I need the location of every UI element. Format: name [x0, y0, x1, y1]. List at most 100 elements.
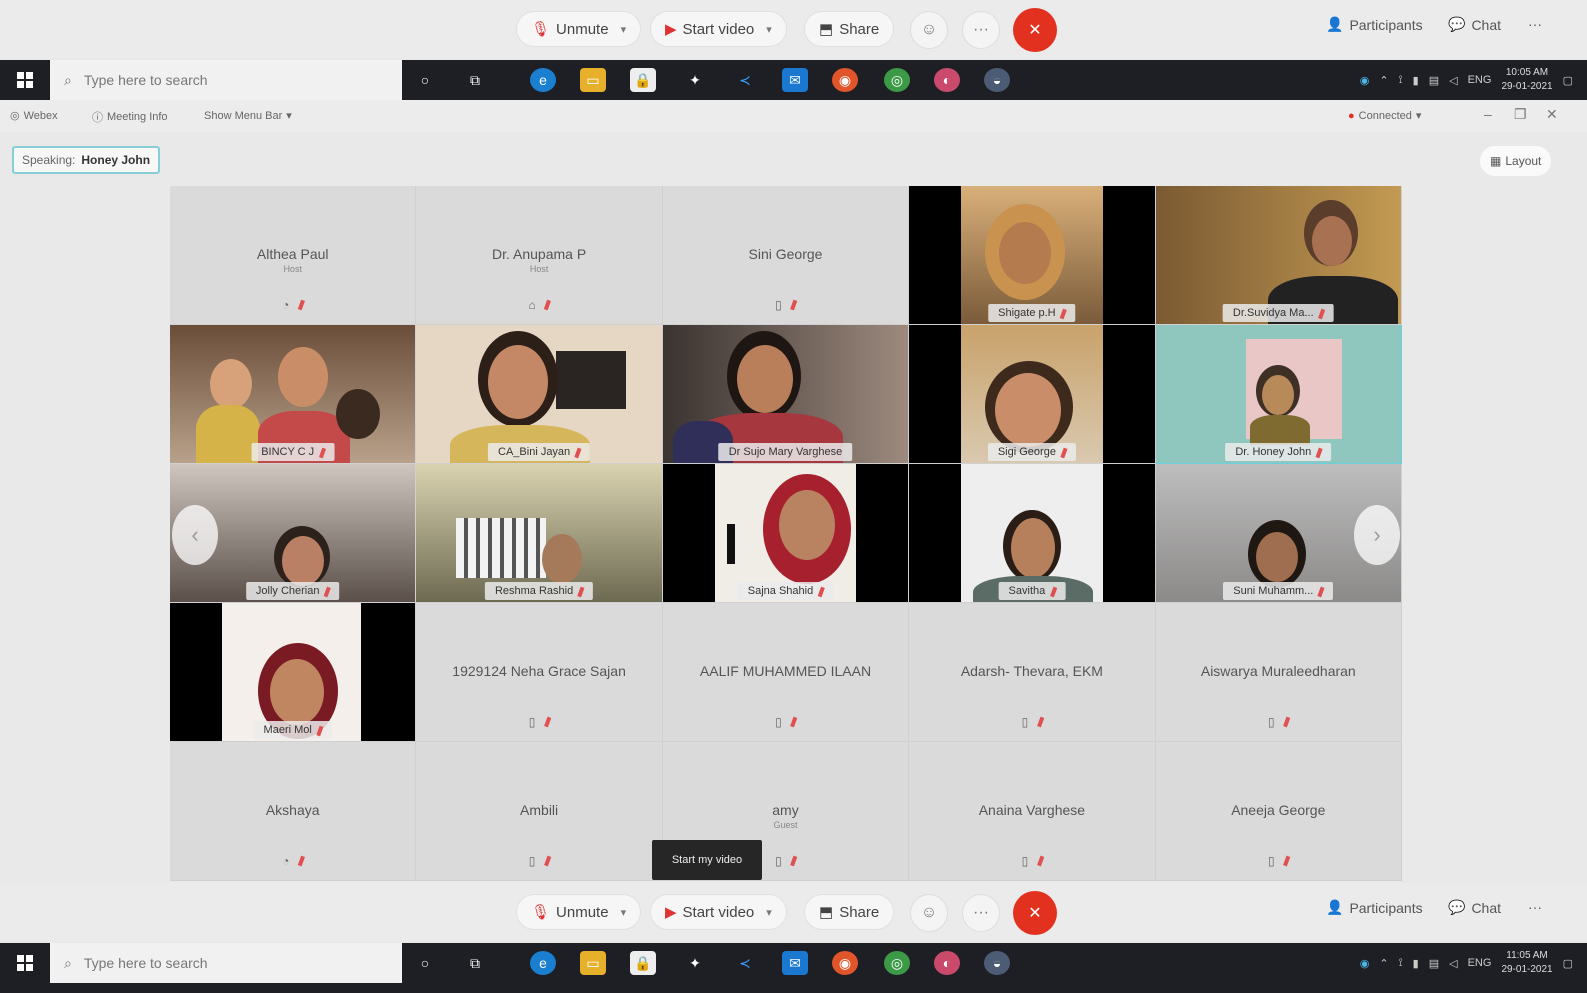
- task-view-icon[interactable]: ⧉: [462, 951, 488, 975]
- previous-page-button[interactable]: ‹: [172, 505, 218, 565]
- participant-tile[interactable]: AALIF MUHAMMED ILAAN ▯: [662, 603, 910, 742]
- notifications-icon[interactable]: ▢: [1563, 74, 1573, 87]
- more-options-right-button[interactable]: ···: [1528, 899, 1542, 915]
- firefox-icon[interactable]: ◉: [832, 951, 858, 975]
- participant-tile[interactable]: Dr.Suvidya Ma...: [1155, 186, 1402, 325]
- webex-icon[interactable]: ◒: [984, 951, 1010, 975]
- chevron-down-icon[interactable]: ▾: [766, 23, 772, 36]
- unmute-button[interactable]: 🎙 Unmute ▾: [516, 894, 642, 930]
- webex-menu[interactable]: ◎ Webex: [10, 109, 58, 123]
- layout-button[interactable]: ▦ Layout: [1480, 146, 1552, 176]
- participant-tile[interactable]: CA_Bini Jayan: [416, 325, 663, 464]
- edge-icon[interactable]: e: [530, 951, 556, 975]
- chevron-up-icon[interactable]: ⌃: [1379, 957, 1388, 970]
- unmute-button[interactable]: 🎙 Unmute ▾: [516, 11, 642, 47]
- language-indicator[interactable]: ENG: [1468, 74, 1492, 86]
- volume-icon[interactable]: ◁: [1449, 957, 1457, 970]
- file-explorer-icon[interactable]: ▭: [580, 951, 606, 975]
- participant-tile[interactable]: Sini George ▯: [662, 186, 910, 325]
- notifications-icon[interactable]: ▢: [1563, 957, 1573, 970]
- chevron-down-icon[interactable]: ▾: [766, 906, 772, 919]
- end-meeting-button[interactable]: ✕: [1013, 8, 1057, 52]
- participant-tile[interactable]: Ambili ▯: [416, 742, 663, 881]
- store-icon[interactable]: 🔒: [630, 951, 656, 975]
- store-icon[interactable]: 🔒: [630, 68, 656, 92]
- minimize-icon[interactable]: –: [1484, 106, 1492, 122]
- chrome-icon[interactable]: ◎: [884, 68, 910, 92]
- participant-tile[interactable]: BINCY C J: [170, 325, 417, 464]
- webex-icon[interactable]: ◒: [984, 68, 1010, 92]
- paint-icon[interactable]: ◐: [934, 951, 960, 975]
- dropbox-icon[interactable]: ✦: [682, 951, 708, 975]
- language-indicator[interactable]: ENG: [1468, 957, 1492, 969]
- mail-icon[interactable]: ✉: [782, 951, 808, 975]
- cortana-icon[interactable]: ○: [412, 951, 438, 975]
- network-icon[interactable]: ⟟: [1399, 74, 1403, 87]
- next-page-button[interactable]: ›: [1354, 505, 1400, 565]
- chat-button[interactable]: 💬 Chat: [1448, 899, 1501, 916]
- webex-tray-icon[interactable]: ◉: [1360, 957, 1370, 970]
- cortana-icon[interactable]: ○: [412, 68, 438, 92]
- display-icon[interactable]: ▤: [1429, 74, 1439, 87]
- connection-status[interactable]: ● Connected ▾: [1348, 109, 1421, 123]
- more-options-button[interactable]: ···: [962, 894, 1000, 932]
- chrome-icon[interactable]: ◎: [884, 951, 910, 975]
- vscode-icon[interactable]: ≺: [732, 68, 758, 92]
- firefox-icon[interactable]: ◉: [832, 68, 858, 92]
- taskbar-clock[interactable]: 11:05 AM 29-01-2021: [1501, 949, 1552, 977]
- chevron-down-icon[interactable]: ▾: [621, 23, 627, 36]
- chevron-down-icon[interactable]: ▾: [621, 906, 627, 919]
- share-button[interactable]: ⬒ Share: [804, 894, 895, 930]
- participant-tile[interactable]: Maeri Mol: [170, 603, 417, 742]
- participant-tile[interactable]: Dr. Anupama P Host ⌂: [416, 186, 663, 325]
- participants-button[interactable]: 👤 Participants: [1326, 899, 1423, 916]
- webex-tray-icon[interactable]: ◉: [1360, 74, 1370, 87]
- participant-tile[interactable]: Aneeja George ▯: [1155, 742, 1402, 881]
- mail-icon[interactable]: ✉: [782, 68, 808, 92]
- close-window-icon[interactable]: ✕: [1546, 106, 1558, 123]
- edge-icon[interactable]: e: [530, 68, 556, 92]
- vscode-icon[interactable]: ≺: [732, 951, 758, 975]
- participant-tile[interactable]: Sajna Shahid: [662, 464, 910, 603]
- taskbar-search-box[interactable]: ⌕ Type here to search: [50, 60, 402, 100]
- participants-button[interactable]: 👤 Participants: [1326, 16, 1423, 33]
- participant-tile[interactable]: Sigi George: [909, 325, 1156, 464]
- reactions-button[interactable]: ☺: [910, 11, 948, 49]
- show-menu-bar-button[interactable]: Show Menu Bar ▾: [204, 109, 292, 123]
- participant-tile[interactable]: Aiswarya Muraleedharan ▯: [1155, 603, 1402, 742]
- start-video-button[interactable]: ▶ Start video ▾: [650, 11, 787, 47]
- more-options-button[interactable]: ···: [962, 11, 1000, 49]
- network-icon[interactable]: ⟟: [1399, 957, 1403, 970]
- display-icon[interactable]: ▤: [1429, 957, 1439, 970]
- participant-tile[interactable]: Reshma Rashid: [416, 464, 663, 603]
- start-video-button[interactable]: ▶ Start video ▾: [650, 894, 787, 930]
- chat-button[interactable]: 💬 Chat: [1448, 16, 1501, 33]
- participant-tile[interactable]: 1929124 Neha Grace Sajan ▯: [416, 603, 663, 742]
- dropbox-icon[interactable]: ✦: [682, 68, 708, 92]
- participant-tile[interactable]: Savitha: [909, 464, 1156, 603]
- battery-icon[interactable]: ▮: [1413, 957, 1419, 970]
- taskbar-clock[interactable]: 10:05 AM 29-01-2021: [1501, 66, 1552, 94]
- file-explorer-icon[interactable]: ▭: [580, 68, 606, 92]
- chevron-up-icon[interactable]: ⌃: [1379, 74, 1388, 87]
- participant-tile-active-speaker[interactable]: Dr. Honey John: [1155, 325, 1402, 464]
- battery-icon[interactable]: ▮: [1413, 74, 1419, 87]
- participant-tile[interactable]: Althea Paul Host ◔: [170, 186, 417, 325]
- start-button[interactable]: [0, 943, 50, 983]
- participant-tile[interactable]: Adarsh- Thevara, EKM ▯: [909, 603, 1156, 742]
- taskbar-search-box[interactable]: ⌕ Type here to search: [50, 943, 402, 983]
- end-meeting-button[interactable]: ✕: [1013, 891, 1057, 935]
- participant-tile[interactable]: Shigate p.H: [909, 186, 1156, 325]
- share-button[interactable]: ⬒ Share: [804, 11, 895, 47]
- restore-icon[interactable]: ❐: [1514, 106, 1527, 123]
- meeting-info-button[interactable]: ⓘ Meeting Info: [92, 109, 168, 125]
- start-button[interactable]: [0, 60, 50, 100]
- more-options-right-button[interactable]: ···: [1528, 16, 1542, 32]
- participant-tile[interactable]: Dr Sujo Mary Varghese: [662, 325, 910, 464]
- reactions-button[interactable]: ☺: [910, 894, 948, 932]
- volume-icon[interactable]: ◁: [1449, 74, 1457, 87]
- paint-icon[interactable]: ◐: [934, 68, 960, 92]
- participant-tile[interactable]: Anaina Varghese ▯: [909, 742, 1156, 881]
- participant-tile[interactable]: Akshaya ◔: [170, 742, 417, 881]
- task-view-icon[interactable]: ⧉: [462, 68, 488, 92]
